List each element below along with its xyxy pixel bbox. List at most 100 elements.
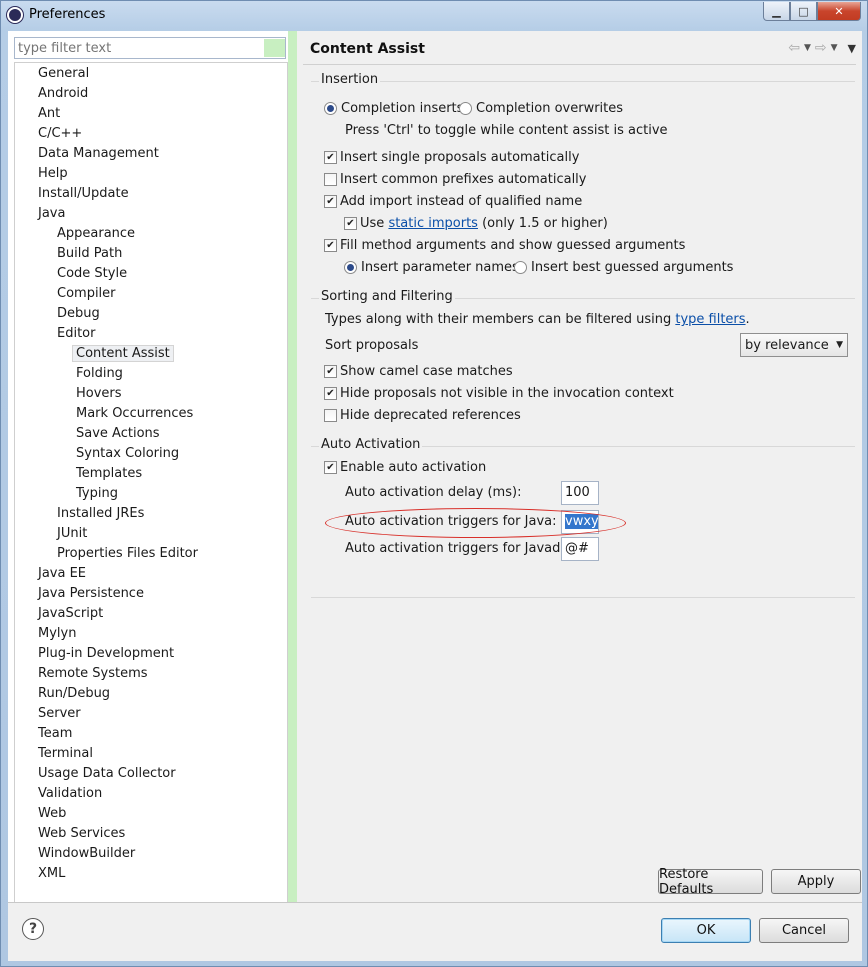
static-imports-link[interactable]: static imports <box>388 216 478 231</box>
sort-proposals-value: by relevance <box>745 337 829 353</box>
tree-item[interactable]: Web Services <box>8 824 288 844</box>
hide-deprecated-checkbox[interactable] <box>324 409 337 422</box>
use-static-imports-option[interactable]: ✔ Use static imports (only 1.5 or higher… <box>344 216 608 231</box>
tree-item[interactable]: Typing <box>8 484 288 504</box>
tree-item[interactable]: Compiler <box>8 284 288 304</box>
tree-item[interactable]: Debug <box>8 304 288 324</box>
insert-common-option[interactable]: Insert common prefixes automatically <box>324 172 587 187</box>
insert-param-names-radio[interactable] <box>344 261 357 274</box>
completion-overwrites-option[interactable]: Completion overwrites <box>459 101 623 116</box>
tree-item[interactable]: Plug-in Development <box>8 644 288 664</box>
restore-defaults-button[interactable]: Restore Defaults <box>658 867 763 897</box>
tree-item[interactable]: WindowBuilder <box>8 844 288 864</box>
filter-input[interactable] <box>14 37 286 59</box>
javadoc-triggers-input[interactable]: @# <box>561 537 599 561</box>
tree-item[interactable]: JUnit <box>8 524 288 544</box>
tree-item[interactable]: Templates <box>8 464 288 484</box>
insert-best-guessed-option[interactable]: Insert best guessed arguments <box>514 260 733 275</box>
tree-item[interactable]: Validation <box>8 784 288 804</box>
completion-overwrites-radio[interactable] <box>459 102 472 115</box>
show-camel-checkbox[interactable]: ✔ <box>324 365 337 378</box>
insert-common-checkbox[interactable] <box>324 173 337 186</box>
chevron-down-icon: ▼ <box>836 340 843 350</box>
completion-inserts-option[interactable]: Completion inserts <box>324 101 463 116</box>
tree-item-label: Plug-in Development <box>38 646 175 661</box>
tree-item[interactable]: Save Actions <box>8 424 288 444</box>
tree-item[interactable]: General <box>8 64 288 84</box>
apply-button[interactable]: Apply <box>771 869 861 894</box>
sash-strip[interactable] <box>288 31 297 902</box>
cancel-button[interactable]: Cancel <box>759 918 849 943</box>
hide-not-visible-checkbox[interactable]: ✔ <box>324 387 337 400</box>
forward-arrow-icon[interactable]: ⇨ <box>815 40 827 56</box>
tree-item[interactable]: Web <box>8 804 288 824</box>
fill-method-checkbox[interactable]: ✔ <box>324 239 337 252</box>
show-camel-option[interactable]: ✔ Show camel case matches <box>324 364 513 379</box>
add-import-option[interactable]: ✔ Add import instead of qualified name <box>324 194 582 209</box>
back-arrow-icon[interactable]: ⇦ <box>788 40 800 56</box>
tree-item[interactable]: Team <box>8 724 288 744</box>
tree-item[interactable]: Java <box>8 204 288 224</box>
tree-item[interactable]: Build Path <box>8 244 288 264</box>
insert-param-names-option[interactable]: Insert parameter names <box>344 260 519 275</box>
title-bar[interactable]: Preferences ▁ □ ✕ <box>1 1 867 31</box>
delay-input[interactable]: 100 <box>561 481 599 505</box>
tree-item[interactable]: Terminal <box>8 744 288 764</box>
insert-single-checkbox[interactable]: ✔ <box>324 151 337 164</box>
tree-item[interactable]: Java Persistence <box>8 584 288 604</box>
insert-single-option[interactable]: ✔ Insert single proposals automatically <box>324 150 579 165</box>
tree-item[interactable]: Usage Data Collector <box>8 764 288 784</box>
tree-item-label: Android <box>38 86 89 101</box>
tree-item[interactable]: JavaScript <box>8 604 288 624</box>
tree-item[interactable]: Ant <box>8 104 288 124</box>
completion-inserts-radio[interactable] <box>324 102 337 115</box>
insert-best-guessed-radio[interactable] <box>514 261 527 274</box>
forward-dropdown-icon[interactable]: ▼ <box>831 43 838 56</box>
tree-item[interactable]: C/C++ <box>8 124 288 144</box>
tree-item[interactable]: Code Style <box>8 264 288 284</box>
minimize-button[interactable]: ▁ <box>763 2 790 21</box>
tree-item[interactable]: Android <box>8 84 288 104</box>
tree-item[interactable]: Install/Update <box>8 184 288 204</box>
help-icon[interactable]: ? <box>22 918 44 940</box>
tree-item[interactable]: Java EE <box>8 564 288 584</box>
tree-item-label: Templates <box>76 466 143 481</box>
tree-item[interactable]: Appearance <box>8 224 288 244</box>
type-filters-link[interactable]: type filters <box>675 312 745 327</box>
tree-item[interactable]: Content Assist <box>8 344 288 364</box>
add-import-checkbox[interactable]: ✔ <box>324 195 337 208</box>
tree-item[interactable]: Properties Files Editor <box>8 544 288 564</box>
back-dropdown-icon[interactable]: ▼ <box>804 43 811 56</box>
tree-item[interactable]: Mark Occurrences <box>8 404 288 424</box>
tree-item[interactable]: XML <box>8 864 288 884</box>
hide-not-visible-option[interactable]: ✔ Hide proposals not visible in the invo… <box>324 386 674 401</box>
tree-item[interactable]: Mylyn <box>8 624 288 644</box>
ok-button[interactable]: OK <box>661 918 751 943</box>
tree-item[interactable]: Help <box>8 164 288 184</box>
tree-item[interactable]: Syntax Coloring <box>8 444 288 464</box>
use-static-checkbox[interactable]: ✔ <box>344 217 357 230</box>
tree-item[interactable]: Data Management <box>8 144 288 164</box>
enable-auto-checkbox[interactable]: ✔ <box>324 461 337 474</box>
tree-item[interactable]: Folding <box>8 364 288 384</box>
fill-method-option[interactable]: ✔ Fill method arguments and show guessed… <box>324 238 685 253</box>
enable-auto-option[interactable]: ✔ Enable auto activation <box>324 460 486 475</box>
tree-item[interactable]: Editor <box>8 324 288 344</box>
hide-deprecated-option[interactable]: Hide deprecated references <box>324 408 521 423</box>
view-menu-icon[interactable]: ▼ <box>848 42 856 56</box>
java-triggers-input[interactable]: vwxyz <box>561 510 599 534</box>
maximize-button[interactable]: □ <box>790 2 817 21</box>
tree-item[interactable]: Remote Systems <box>8 664 288 684</box>
tree-item[interactable]: Server <box>8 704 288 724</box>
tree-item[interactable]: Hovers <box>8 384 288 404</box>
tree-item-label: Content Assist <box>72 345 174 362</box>
tree-item[interactable]: Run/Debug <box>8 684 288 704</box>
close-button[interactable]: ✕ <box>817 2 861 21</box>
filter-clear-button[interactable] <box>264 39 285 57</box>
tree-item-label: Terminal <box>38 746 93 761</box>
footer-separator <box>8 902 862 903</box>
tree-item-label: Syntax Coloring <box>76 446 180 461</box>
completion-inserts-label: Completion inserts <box>341 101 464 116</box>
sort-proposals-select[interactable]: by relevance ▼ <box>740 333 848 357</box>
tree-item[interactable]: Installed JREs <box>8 504 288 524</box>
